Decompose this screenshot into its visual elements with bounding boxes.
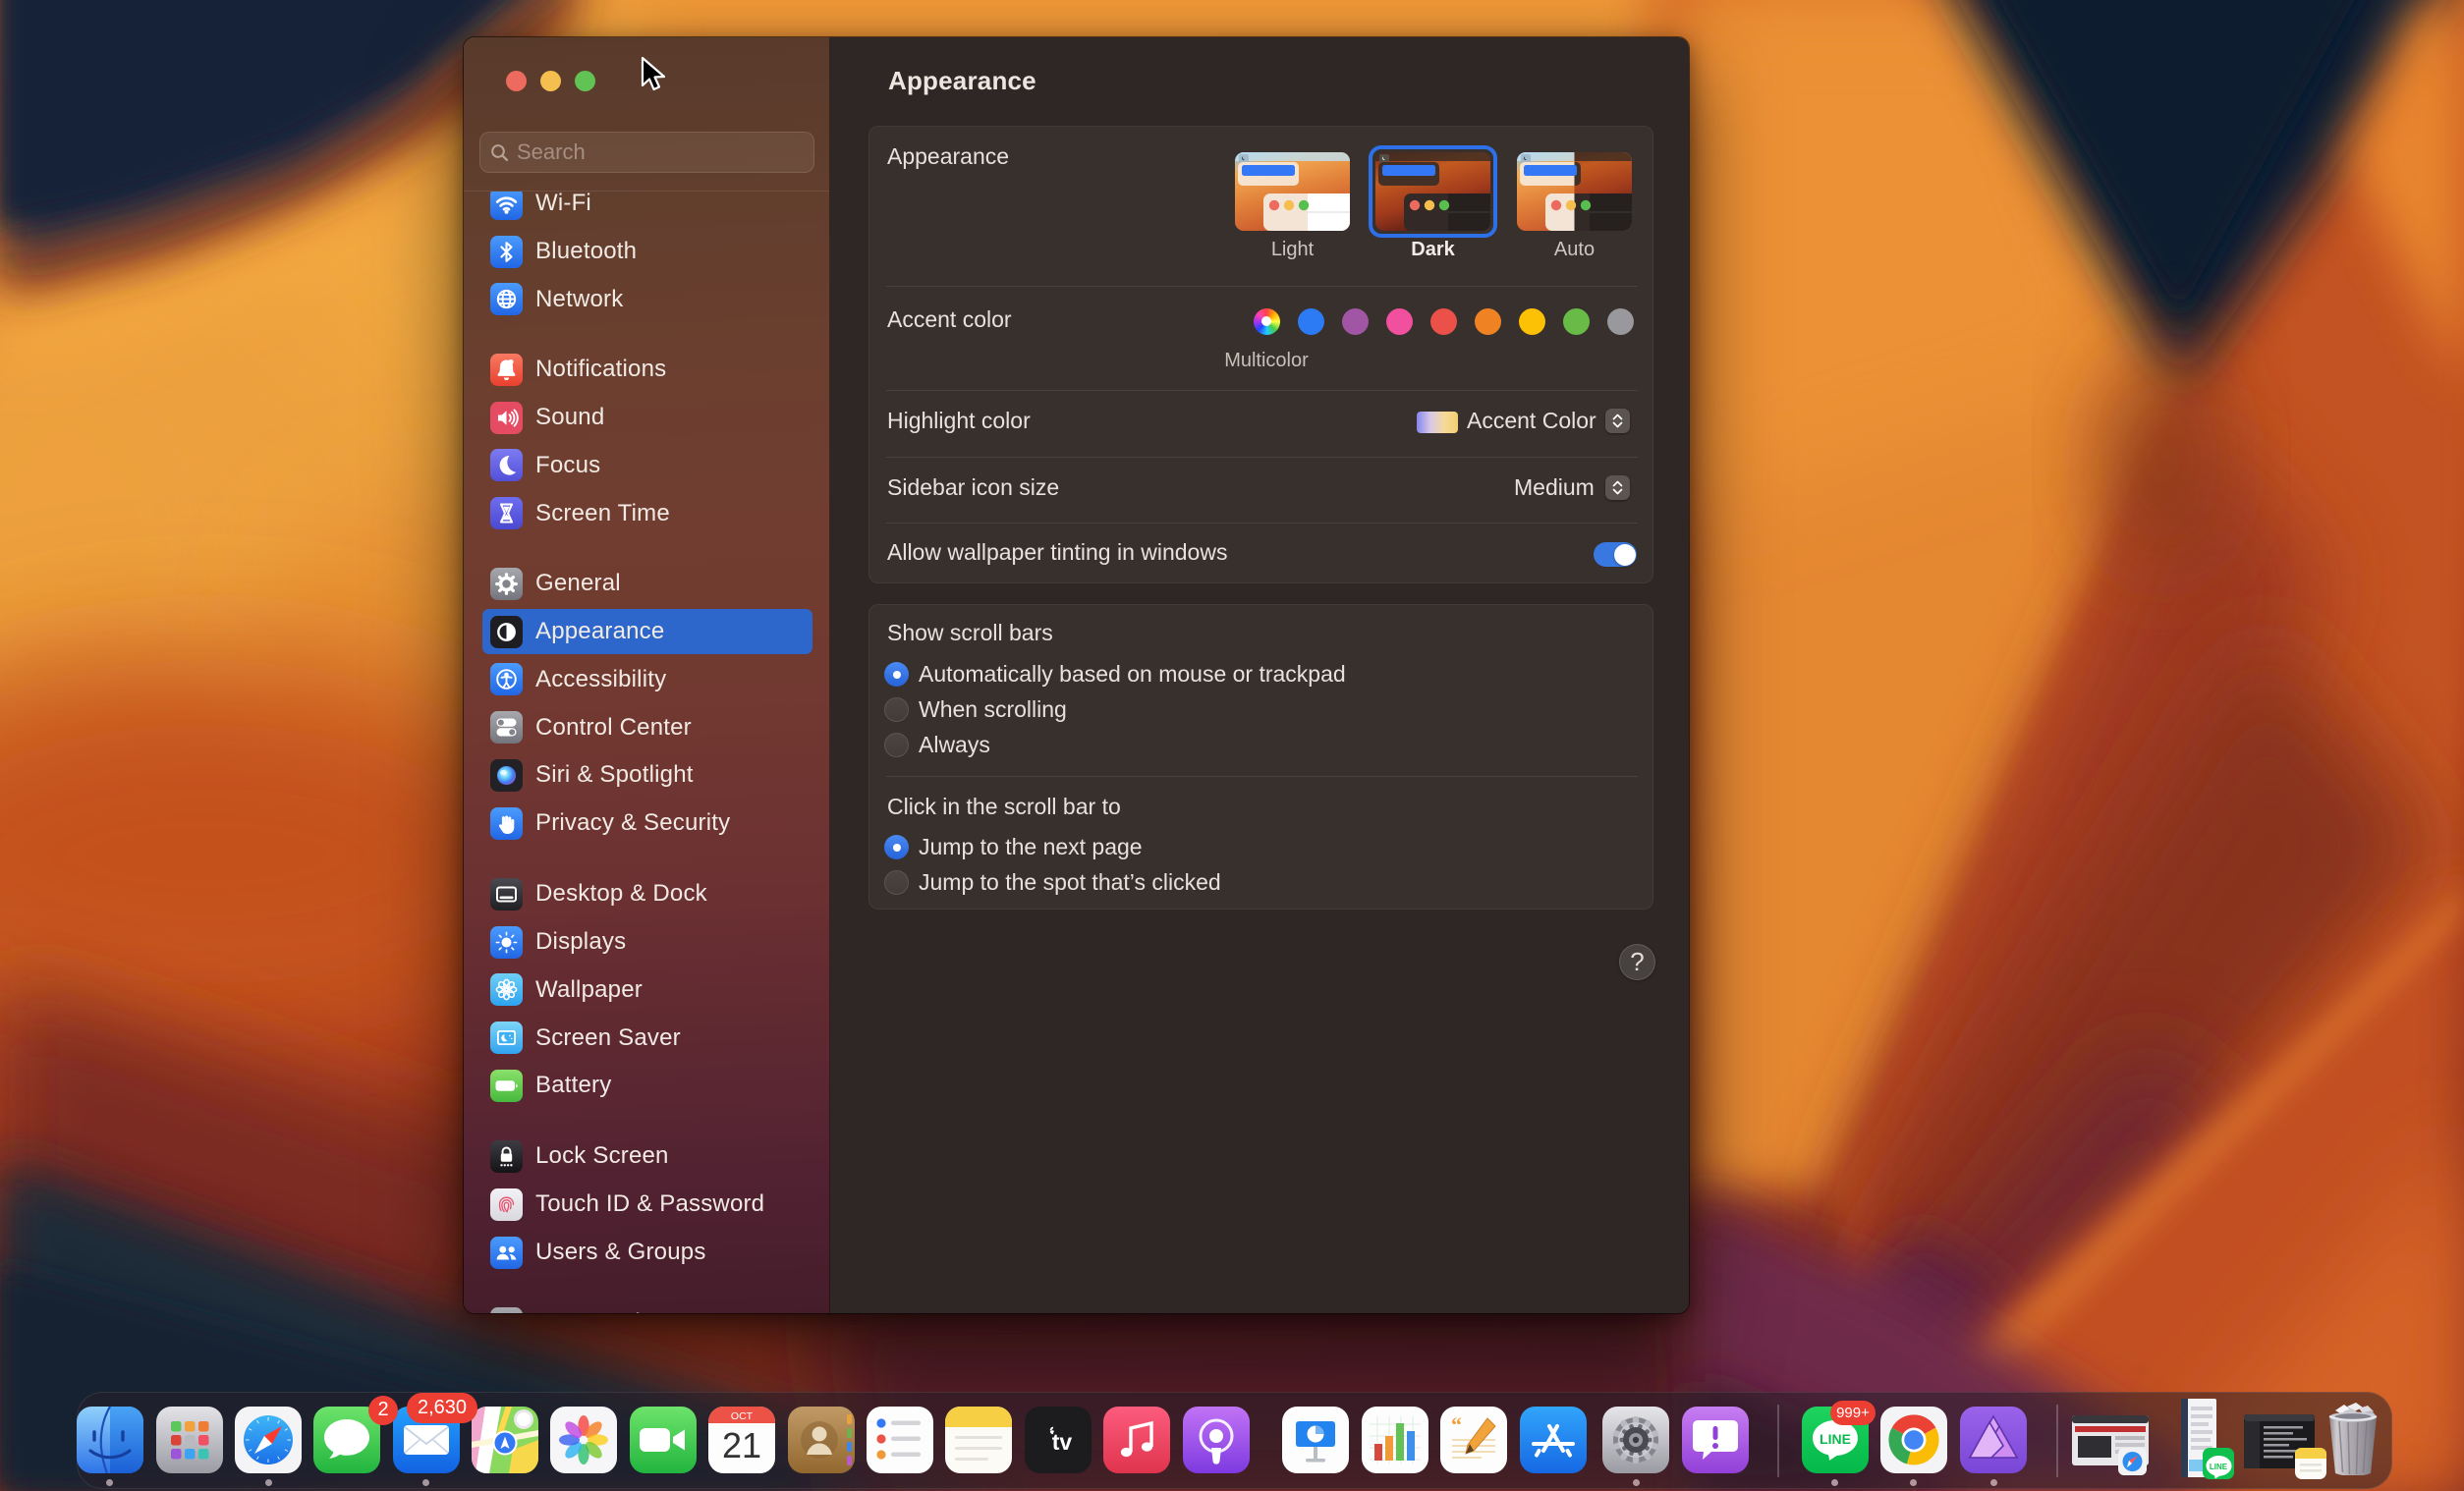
svg-text:LINE: LINE [2210, 1463, 2228, 1471]
svg-text:tv: tv [1052, 1429, 1073, 1455]
svg-text:21: 21 [722, 1425, 761, 1465]
svg-text:LINE: LINE [1820, 1431, 1851, 1447]
svg-text:“: “ [1451, 1412, 1462, 1437]
svg-text:OCT: OCT [731, 1410, 754, 1422]
